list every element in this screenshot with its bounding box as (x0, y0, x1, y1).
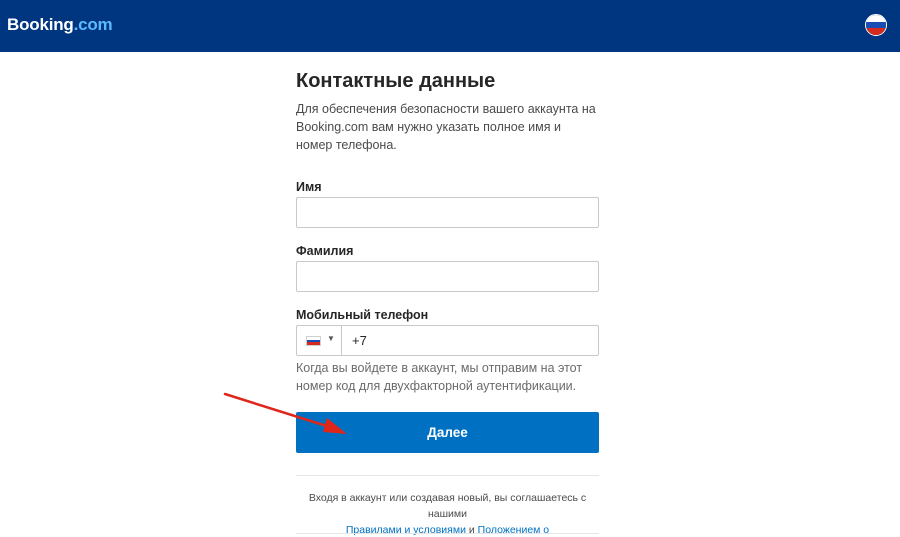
last-name-field[interactable] (296, 261, 599, 292)
intro-text: Для обеспечения безопасности вашего акка… (296, 102, 596, 152)
first-name-field[interactable] (296, 197, 599, 228)
russia-flag-icon (306, 336, 321, 346)
logo-main: Booking (7, 15, 74, 34)
country-code-select[interactable]: ▼ (297, 326, 342, 355)
top-bar: Booking.com (0, 0, 900, 52)
terms-sentence: Входя в аккаунт или создавая новый, вы с… (308, 492, 587, 520)
phone-field: ▼ +7 (296, 325, 599, 356)
annotation-arrow-icon (223, 392, 347, 434)
page-title: Контактные данные (296, 70, 496, 92)
terms-text: Входя в аккаунт или создавая новый, вы с… (296, 490, 599, 537)
phone-label: Мобильный телефон (296, 308, 429, 322)
divider (296, 533, 599, 534)
phone-prefix[interactable]: +7 (352, 333, 367, 348)
chevron-down-icon: ▼ (327, 334, 335, 343)
language-flag-icon[interactable] (865, 14, 887, 36)
terms-conjunction: и (468, 524, 475, 536)
booking-logo[interactable]: Booking.com (7, 15, 113, 35)
divider (296, 475, 599, 476)
terms-link[interactable]: Правилами и условиями (346, 524, 466, 536)
first-name-label: Имя (296, 180, 322, 194)
last-name-label: Фамилия (296, 244, 354, 258)
logo-suffix: .com (73, 15, 113, 34)
